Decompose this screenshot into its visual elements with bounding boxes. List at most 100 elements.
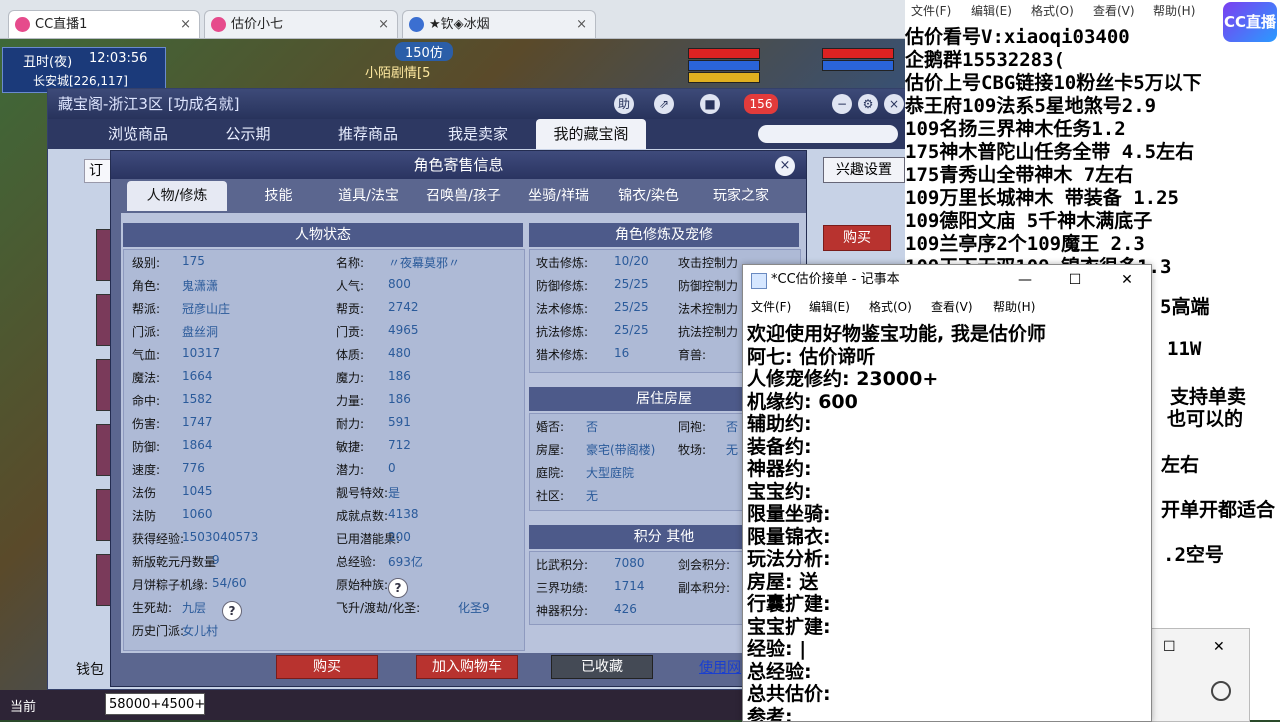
stat-value: 186: [388, 369, 411, 383]
status-panel: 级别: 175 角色: 鬼潇潇 帮派: 冠彦山庄 门派: 盘丝洞 气血: 10317 魔法: 1664…: [123, 249, 525, 651]
stat-label: 力量:: [336, 394, 365, 408]
stat-label: 法伤: [132, 486, 157, 500]
menu-view[interactable]: 查看(V): [1093, 2, 1135, 19]
stat-value: 10317: [182, 346, 221, 360]
hp-bar: [688, 48, 760, 59]
nav-recommend[interactable]: 推荐商品: [318, 119, 418, 149]
stat-value: 冠彦山庄: [182, 302, 231, 316]
mp-bar: [688, 60, 760, 71]
control-label: 防御控制力: [678, 279, 739, 293]
buy-button[interactable]: 购买: [276, 655, 378, 679]
share-icon[interactable]: ⇗: [654, 94, 674, 114]
points-value: 426: [614, 602, 637, 616]
notepad-line: 参考:: [747, 705, 793, 722]
cultivation-label: 抗法修炼:: [536, 325, 589, 339]
help-icon[interactable]: ?: [388, 578, 408, 598]
browser-tab-cc-live[interactable]: CC直播1 ×: [8, 10, 200, 38]
tab-character[interactable]: 人物/修炼: [127, 181, 227, 211]
stat-label: 伤害:: [132, 417, 161, 431]
close-icon[interactable]: ×: [576, 11, 587, 39]
nav-my-cbg[interactable]: 我的藏宝阁: [536, 119, 646, 149]
chat-channel-label[interactable]: 当前: [10, 696, 36, 715]
menu-format[interactable]: 格式(O): [1031, 2, 1074, 19]
stat-value: 1045: [182, 484, 213, 498]
minimize-button[interactable]: —: [1005, 265, 1045, 295]
stop-icon[interactable]: ■: [700, 94, 720, 114]
stat-label: 速度:: [132, 463, 161, 477]
tab-mounts[interactable]: 坐骑/祥瑞: [516, 181, 601, 211]
help-button[interactable]: 助: [614, 94, 634, 114]
menu-help[interactable]: 帮助(H): [993, 298, 1035, 315]
cart-count-badge[interactable]: 156: [744, 94, 778, 114]
cultivation-value: 25/25: [614, 323, 649, 337]
stat-label: 人气:: [336, 279, 365, 293]
close-button[interactable]: ✕: [1107, 265, 1147, 295]
overlay-menu: 文件(F) 编辑(E) 格式(O) 查看(V) 帮助(H): [905, 0, 1225, 20]
points-value: 7080: [614, 556, 645, 570]
cultivation-value: 10/20: [614, 254, 649, 268]
favorited-button[interactable]: 已收藏: [551, 655, 653, 679]
stat-value: 0: [388, 461, 396, 475]
cc-live-logo: CC直播: [1223, 2, 1277, 42]
menu-file[interactable]: 文件(F): [911, 2, 951, 19]
history-icon[interactable]: [1211, 681, 1231, 701]
house-label: 牧场:: [678, 443, 707, 457]
close-icon[interactable]: ✕: [1213, 639, 1225, 655]
points-label: 神器积分:: [536, 604, 589, 618]
interest-settings-button[interactable]: 兴趣设置: [823, 157, 905, 183]
nav-browse[interactable]: 浏览商品: [88, 119, 188, 149]
pet-mp-bar: [822, 60, 894, 71]
sp-bar: [688, 72, 760, 83]
control-label: 抗法控制力: [678, 325, 739, 339]
maximize-icon[interactable]: ☐: [1163, 639, 1176, 655]
help-icon[interactable]: ?: [222, 601, 242, 621]
nav-public[interactable]: 公示期: [208, 119, 288, 149]
tab-home[interactable]: 玩家之家: [696, 181, 786, 211]
house-value: 大型庭院: [586, 466, 635, 480]
wallet-label: 钱包: [76, 662, 104, 678]
tab-items[interactable]: 道具/法宝: [326, 181, 411, 211]
menu-format[interactable]: 格式(O): [869, 298, 912, 315]
overhead-title: 150仿: [395, 42, 453, 61]
stat-value: 1864: [182, 438, 213, 452]
tab-pets[interactable]: 召唤兽/孩子: [416, 181, 511, 211]
use-web-link[interactable]: 使用网: [699, 657, 741, 677]
overlay-text-line: 5高端: [1160, 296, 1210, 318]
nav-seller[interactable]: 我是卖家: [428, 119, 528, 149]
gear-icon[interactable]: ⚙: [858, 94, 878, 114]
stat-value: 54/60: [212, 576, 247, 590]
minimize-icon[interactable]: −: [832, 94, 852, 114]
tab-skills[interactable]: 技能: [236, 181, 321, 211]
tab-outfits[interactable]: 锦衣/染色: [606, 181, 691, 211]
dialog-title: 角色寄售信息: [111, 151, 806, 179]
browser-tab-bingyan[interactable]: ★钦◈冰烟 ×: [402, 10, 596, 38]
cc-live-icon: [15, 17, 30, 32]
stat-value: 1582: [182, 392, 213, 406]
points-label: 三界功绩:: [536, 581, 589, 595]
stat-label: 防御:: [132, 440, 161, 454]
notepad-text-area[interactable]: 欢迎使用好物鉴宝功能, 我是估价师 阿七: 估价谛听 人修宠修约: 23000+ 机缘…: [745, 317, 1149, 721]
browser-tab-guji[interactable]: 估价小七 ×: [204, 10, 398, 38]
stat-label: 潜力:: [336, 463, 365, 477]
house-value: 豪宅(带阁楼): [586, 443, 656, 457]
search-input[interactable]: [758, 125, 898, 143]
add-to-cart-button[interactable]: 加入购物车: [416, 655, 518, 679]
browser-tab-label: 估价小七: [231, 17, 284, 32]
close-icon[interactable]: ×: [180, 11, 191, 39]
stat-label: 体质:: [336, 348, 365, 362]
menu-help[interactable]: 帮助(H): [1153, 2, 1195, 19]
chat-input[interactable]: 58000+4500+: [105, 693, 205, 715]
maximize-button[interactable]: ☐: [1055, 265, 1095, 295]
menu-file[interactable]: 文件(F): [751, 298, 791, 315]
menu-view[interactable]: 查看(V): [931, 298, 973, 315]
close-icon[interactable]: ×: [884, 94, 904, 114]
menu-edit[interactable]: 编辑(E): [971, 2, 1012, 19]
menu-edit[interactable]: 编辑(E): [809, 298, 850, 315]
close-icon[interactable]: ×: [378, 11, 389, 39]
role-sale-dialog: 角色寄售信息 × 人物/修炼 技能 道具/法宝 召唤兽/孩子 坐骑/祥瑞 锦衣/…: [110, 150, 807, 687]
buy-button-side[interactable]: 购买: [823, 225, 891, 251]
cbg-title-bar: 藏宝阁-浙江3区 [功成名就] 助 ⇗ ■ 156 − ⚙ ×: [48, 89, 906, 119]
close-icon[interactable]: ×: [775, 156, 795, 176]
stat-label: 魔法:: [132, 371, 161, 385]
house-label: 庭院:: [536, 466, 565, 480]
